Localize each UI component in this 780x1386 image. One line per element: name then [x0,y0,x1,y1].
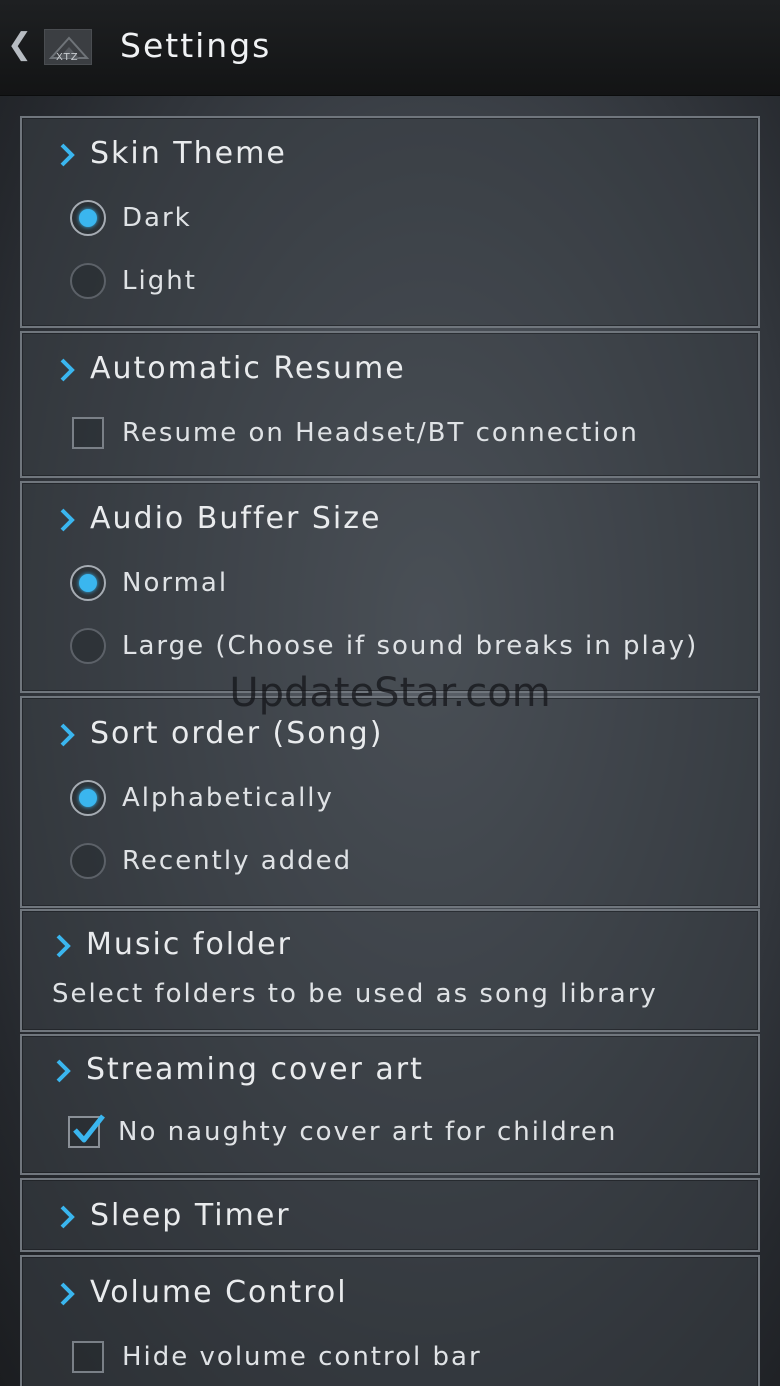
watermark: UpdateStar.com [229,670,551,716]
radio-button[interactable] [70,628,106,664]
radio-button[interactable] [70,780,106,816]
section-title: Audio Buffer Size [90,501,382,536]
section-title: Volume Control [90,1275,348,1310]
option-label: Light [122,266,197,296]
checkmark-icon [73,1114,105,1143]
section-volume-control: Volume Control Hide volume control bar [20,1255,760,1386]
section-title: Skin Theme [90,136,287,171]
chevron-right-icon [60,143,75,167]
section-sleep-timer[interactable]: Sleep Timer [20,1178,760,1252]
page-title: Settings [120,26,272,65]
section-sort-order: Sort order (Song) Alphabetically Recentl… [20,696,760,908]
section-music-folder[interactable]: Music folder Select folders to be used a… [20,909,760,1032]
option-label: Recently added [122,846,353,876]
section-description: Select folders to be used as song librar… [52,979,658,1009]
radio-button[interactable] [70,200,106,236]
section-title: Sort order (Song) [90,716,384,751]
section-title: Automatic Resume [90,351,406,386]
logo-text: XTZ [56,52,79,63]
chevron-right-icon [60,1205,75,1229]
chevron-right-icon [56,934,71,958]
section-automatic-resume: Automatic Resume Resume on Headset/BT co… [20,331,760,478]
radio-button[interactable] [70,263,106,299]
checkbox[interactable] [72,1341,104,1373]
top-bar: ❮ XTZ Settings [0,0,780,96]
section-title: Music folder [86,927,292,962]
chevron-right-icon [56,1059,71,1083]
chevron-right-icon [60,1282,75,1306]
chevron-right-icon [60,723,75,747]
chevron-right-icon [60,358,75,382]
section-skin-theme: Skin Theme Dark Light [20,116,760,328]
radio-button[interactable] [70,843,106,879]
section-title: Streaming cover art [86,1052,424,1087]
option-label: No naughty cover art for children [118,1117,618,1147]
section-audio-buffer-size: Audio Buffer Size Normal Large (Choose i… [20,481,760,693]
option-label: Large (Choose if sound breaks in play) [122,631,699,661]
chevron-right-icon [60,508,75,532]
option-label: Resume on Headset/BT connection [122,418,639,448]
section-title: Sleep Timer [90,1198,291,1233]
back-chevron-icon[interactable]: ❮ [7,30,32,60]
option-label: Normal [122,568,229,598]
app-logo: XTZ [44,29,92,65]
option-label: Alphabetically [122,783,334,813]
option-label: Dark [122,203,192,233]
checkbox[interactable] [72,417,104,449]
section-streaming-cover-art: Streaming cover art No naughty cover art… [20,1034,760,1175]
option-label: Hide volume control bar [122,1342,482,1372]
radio-button[interactable] [70,565,106,601]
